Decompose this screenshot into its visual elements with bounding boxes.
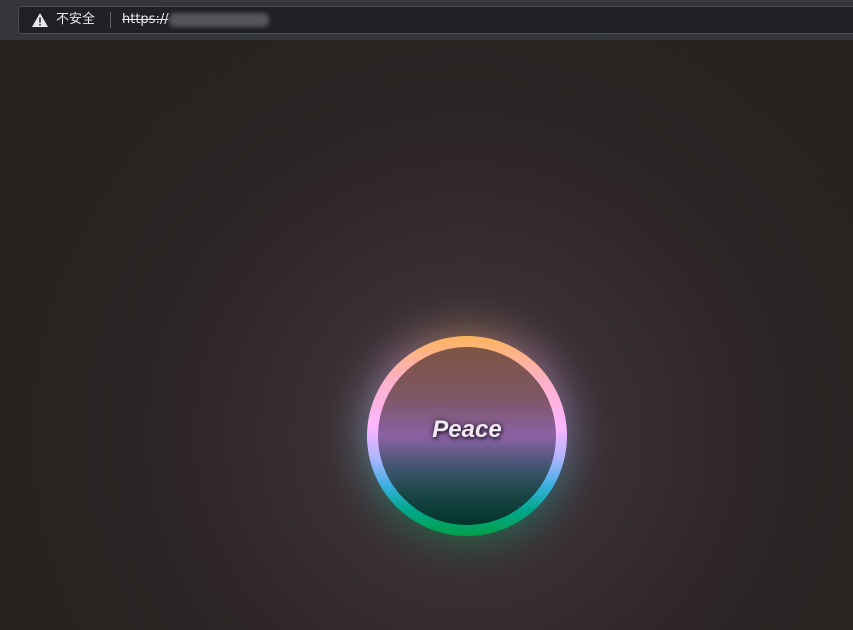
warning-triangle-icon[interactable] (31, 12, 49, 28)
security-warning-text[interactable]: 不安全 (56, 12, 95, 28)
browser-toolbar: 不安全 https:// (0, 0, 853, 40)
url-text[interactable]: https:// (122, 12, 169, 28)
page-viewport: Peace (0, 40, 853, 630)
tab-strip (160, 0, 853, 2)
address-bar[interactable]: 不安全 https:// (18, 6, 853, 34)
omnibox-divider (110, 12, 111, 28)
redacted-url (169, 13, 269, 27)
button-label[interactable]: Peace (367, 416, 567, 444)
